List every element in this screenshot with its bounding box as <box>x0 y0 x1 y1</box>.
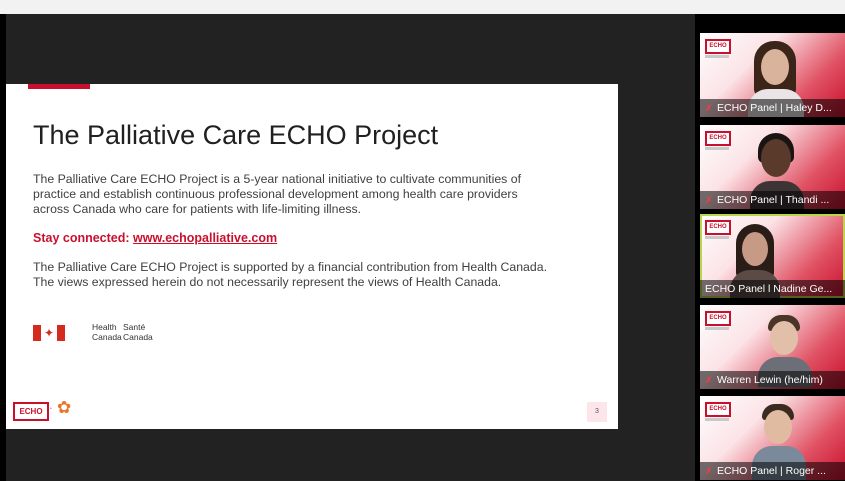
presentation-slide: The Palliative Care ECHO Project The Pal… <box>6 84 618 429</box>
website-link[interactable]: www.echopalliative.com <box>133 231 277 245</box>
participant-tile[interactable]: ECHO ✗ ECHO Panel | Roger ... <box>700 396 845 480</box>
stay-connected-line: Stay connected: www.echopalliative.com <box>33 231 277 245</box>
health-canada-en: Health Canada <box>92 322 122 342</box>
mic-off-icon: ✗ <box>705 195 713 206</box>
logo-subtext <box>705 418 729 421</box>
logo-subtext <box>705 147 729 150</box>
participant-name-bar: ✗ ECHO Panel | Thandi ... <box>700 191 845 209</box>
participant-name: Warren Lewin (he/him) <box>717 374 823 386</box>
logo-separator: • <box>50 406 52 412</box>
stay-connected-label: Stay connected: <box>33 231 130 245</box>
echo-logo: ECHO <box>705 39 731 54</box>
participant-tile-active-speaker[interactable]: ECHO ECHO Panel l Nadine Ge... <box>700 214 845 298</box>
participant-tile[interactable]: ECHO ✗ ECHO Panel | Thandi ... <box>700 125 845 209</box>
participant-name: ECHO Panel | Thandi ... <box>717 194 830 206</box>
partner-flower-logo: ✿ <box>57 398 72 417</box>
mic-off-icon: ✗ <box>705 375 713 386</box>
top-strip <box>0 0 845 14</box>
logo-subtext <box>705 236 729 239</box>
echo-logo: ECHO <box>705 131 731 146</box>
participant-name-bar: ✗ ECHO Panel | Roger ... <box>700 462 845 480</box>
participant-name-bar: ✗ ECHO Panel | Haley D... <box>700 99 845 117</box>
participant-name-bar: ✗ Warren Lewin (he/him) <box>700 371 845 389</box>
participant-face <box>742 232 768 266</box>
slide-page-number: 3 <box>587 402 607 422</box>
mic-off-icon: ✗ <box>705 103 713 114</box>
participant-tile[interactable]: ECHO ✗ ECHO Panel | Haley D... <box>700 33 845 117</box>
participant-name: ECHO Panel | Roger ... <box>717 465 826 477</box>
participant-face <box>770 321 798 355</box>
echo-logo: ECHO <box>705 220 731 235</box>
slide-paragraph-intro: The Palliative Care ECHO Project is a 5-… <box>33 172 521 216</box>
logo-subtext <box>705 327 729 330</box>
participant-face <box>761 49 789 85</box>
slide-title: The Palliative Care ECHO Project <box>33 120 439 150</box>
sante-canada-fr: Santé Canada <box>123 322 153 342</box>
mic-off-icon: ✗ <box>705 466 713 477</box>
participant-tile[interactable]: ECHO ✗ Warren Lewin (he/him) <box>700 305 845 389</box>
canada-flag-icon: ✦ <box>33 325 65 341</box>
participant-face <box>761 139 791 177</box>
logo-subtext <box>705 55 729 58</box>
echo-logo: ECHO <box>13 402 49 421</box>
participant-name: ECHO Panel l Nadine Ge... <box>705 283 833 295</box>
participant-face <box>764 410 792 444</box>
participant-name-bar: ECHO Panel l Nadine Ge... <box>700 280 845 298</box>
slide-accent-bar <box>28 84 90 89</box>
echo-logo: ECHO <box>705 402 731 417</box>
echo-logo: ECHO <box>705 311 731 326</box>
participant-name: ECHO Panel | Haley D... <box>717 102 832 114</box>
slide-paragraph-funding: The Palliative Care ECHO Project is supp… <box>33 260 547 289</box>
